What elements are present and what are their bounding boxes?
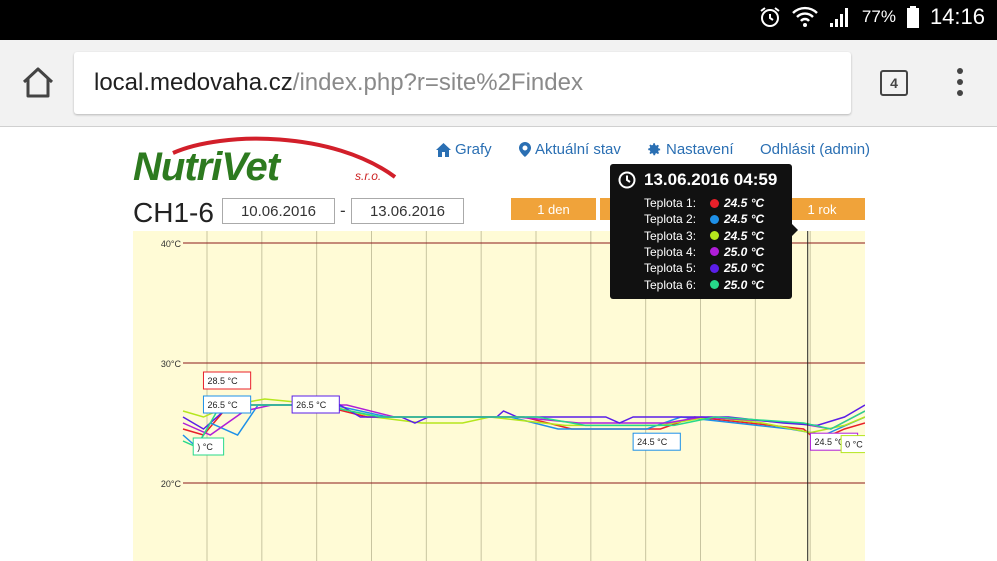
clock: 14:16 <box>929 4 985 29</box>
alarm-icon <box>760 7 780 27</box>
battery-icon <box>906 6 919 28</box>
data-label: 26.5 °C <box>207 400 238 410</box>
browser-toolbar: local.medovaha.cz/index.php?r=site%2Find… <box>0 40 997 127</box>
date-separator: - <box>340 201 346 220</box>
nav-grafy-label: Grafy <box>455 141 492 158</box>
series-dot-icon <box>710 198 719 208</box>
home-button[interactable] <box>20 64 56 100</box>
tooltip-datetime: 13.06.2016 04:59 <box>644 170 778 189</box>
overflow-menu-button[interactable] <box>952 66 968 100</box>
tooltip-row: Teplota 6: 25.0 °C <box>644 278 764 292</box>
tooltip-series-label: Teplota 4: <box>644 244 697 259</box>
nav-odhlasit-label: Odhlásit (admin) <box>760 141 871 158</box>
map-marker-icon <box>519 142 531 157</box>
data-label: 26.5 °C <box>296 400 327 410</box>
tooltip-row: Teplota 3: 24.5 °C <box>644 229 764 243</box>
nav-odhlasit[interactable]: Odhlásit (admin) <box>760 141 870 158</box>
tooltip-series-value: 24.5 °C <box>724 196 765 210</box>
tooltip-series-value: 24.5 °C <box>724 228 765 243</box>
tooltip-row: Teplota 5: 25.0 °C <box>644 261 764 275</box>
tooltip-series-label: Teplota 6: <box>644 277 697 292</box>
series-dot-icon <box>710 231 719 241</box>
home-icon <box>22 67 54 98</box>
date-to-input[interactable]: 13.06.2016 <box>351 198 464 224</box>
tooltip-row: Teplota 2: 24.5 °C <box>644 212 764 226</box>
nav-aktualni-stav[interactable]: Aktuální stav <box>519 141 621 158</box>
series-dot-icon <box>710 280 719 289</box>
nav-nastaveni-label: Nastavení <box>666 141 734 158</box>
web-page: NutriVet s.r.o. Grafy Aktuální stav Nast… <box>0 127 997 561</box>
y-tick-label: 40°C <box>161 239 182 249</box>
logo-wordmark: NutriVet <box>133 145 280 189</box>
tooltip-series-label: Teplota 1: <box>644 196 697 210</box>
series-dot-icon <box>710 214 719 224</box>
tooltip-row: Teplota 1: 24.5 °C <box>644 196 764 210</box>
tooltip-series-value: 24.5 °C <box>724 212 765 227</box>
chart-tooltip: 13.06.2016 04:59 Teplota 1: 24.5 °C Teplot… <box>610 164 798 299</box>
data-label: 24.5 °C <box>814 437 845 447</box>
data-label: 24.5 °C <box>637 437 668 447</box>
signal-icon <box>829 8 848 27</box>
y-tick-label: 30°C <box>161 359 182 369</box>
tooltip-series-label: Teplota 5: <box>644 261 697 276</box>
nav-grafy[interactable]: Grafy <box>436 141 492 158</box>
url-host: local.medovaha.cz <box>94 69 293 96</box>
series-dot-icon <box>710 263 719 273</box>
home-icon <box>436 142 451 157</box>
gear-icon <box>648 143 661 156</box>
address-bar[interactable]: local.medovaha.cz/index.php?r=site%2Find… <box>74 52 851 114</box>
tooltip-row: Teplota 4: 25.0 °C <box>644 245 764 259</box>
wifi-icon <box>792 6 818 27</box>
y-tick-label: 20°C <box>161 479 182 489</box>
clock-icon <box>618 171 636 189</box>
nav-aktualni-label: Aktuální stav <box>535 141 621 158</box>
data-label: 0 °C <box>845 440 863 450</box>
page-title: CH1-6 <box>133 197 214 228</box>
tab-switcher-button[interactable]: 4 <box>880 70 908 96</box>
tooltip-series-label: Teplota 2: <box>644 212 697 227</box>
battery-percent: 77% <box>861 7 896 26</box>
nav-nastaveni[interactable]: Nastavení <box>647 141 734 158</box>
tooltip-series-value: 25.0 °C <box>724 261 765 276</box>
range-1-day-button[interactable]: 1 den <box>511 198 596 220</box>
tooltip-series-label: Teplota 3: <box>644 228 697 243</box>
nutrivet-logo[interactable]: NutriVet s.r.o. <box>133 135 403 193</box>
data-label: 28.5 °C <box>207 376 238 386</box>
tooltip-series-value: 25.0 °C <box>724 277 765 292</box>
series-dot-icon <box>710 247 719 257</box>
data-label: ) °C <box>197 442 213 452</box>
logo-suffix: s.r.o. <box>355 169 382 183</box>
status-bar: 77% 14:16 <box>0 0 997 40</box>
tooltip-series-value: 25.0 °C <box>724 244 765 259</box>
url-path: /index.php?r=site%2Findex <box>292 69 583 96</box>
date-from-input[interactable]: 10.06.2016 <box>222 198 335 224</box>
